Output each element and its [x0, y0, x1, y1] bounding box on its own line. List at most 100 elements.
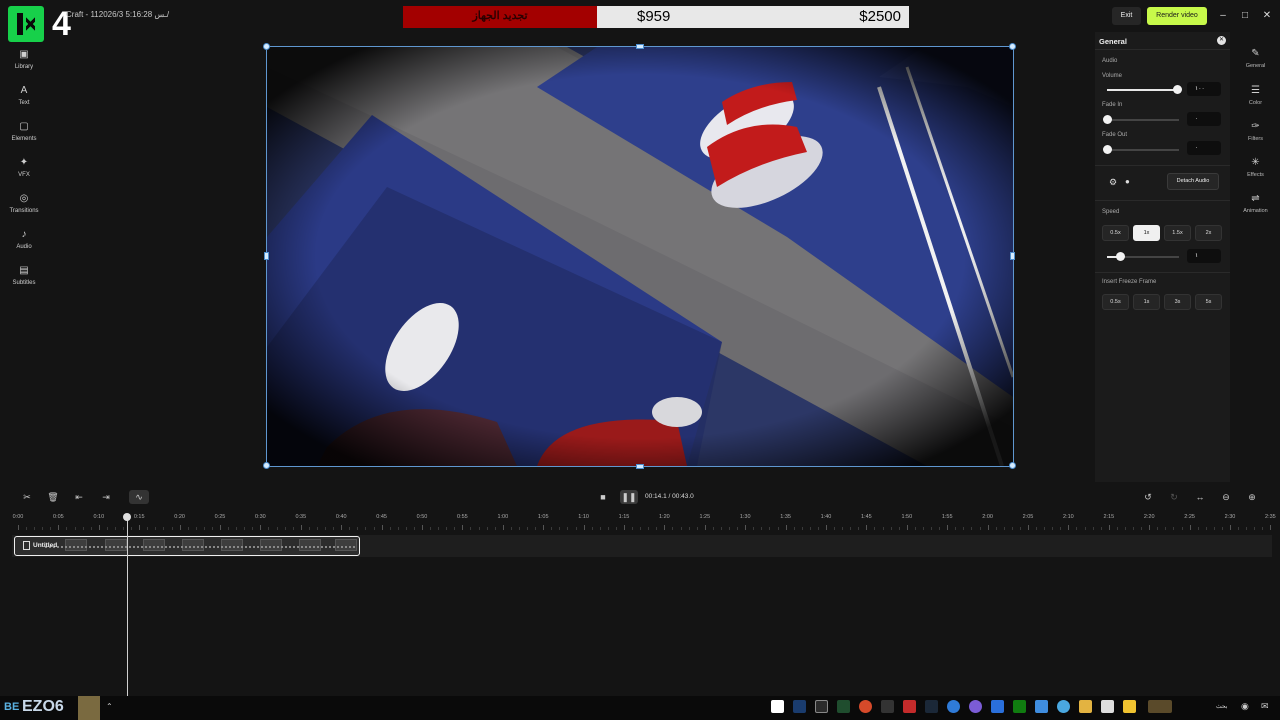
tab-animation[interactable]: ⇌ Animation	[1231, 193, 1280, 225]
sidebar-item-text[interactable]: A Text	[0, 84, 48, 118]
tab-general[interactable]: ✎ General	[1231, 48, 1280, 80]
fade-out-slider[interactable]	[1103, 145, 1179, 154]
speed-0-5x-button[interactable]: 0.5x	[1102, 225, 1129, 241]
tab-color[interactable]: ☰ Color	[1231, 85, 1280, 117]
taskbar-app-icon[interactable]	[925, 700, 938, 713]
sidebar-item-vfx[interactable]: ✦ VFX	[0, 156, 48, 190]
maximize-icon[interactable]: □	[1237, 8, 1253, 24]
audio-wave-icon[interactable]: ∿	[129, 490, 149, 504]
stop-icon[interactable]: ■	[596, 490, 610, 504]
volume-value-field[interactable]: ١٠٠	[1187, 82, 1221, 96]
ruler-minor-tick	[203, 527, 205, 530]
taskbar-app-icon[interactable]	[881, 700, 894, 713]
minimize-icon[interactable]: –	[1215, 8, 1231, 24]
sidebar-item-library[interactable]: ▣ Library	[0, 48, 48, 82]
network-icon[interactable]: ◉	[1241, 701, 1249, 712]
fade-out-value-field[interactable]: ٠	[1187, 141, 1221, 155]
split-scissors-icon[interactable]: ✂	[20, 490, 34, 504]
clip-thumbnail	[182, 539, 204, 551]
volume-slider[interactable]	[1107, 85, 1182, 94]
taskbar-app-icon[interactable]	[837, 700, 850, 713]
taskbar-app-icon[interactable]	[903, 700, 916, 713]
pause-icon[interactable]: ❚❚	[620, 490, 638, 504]
fade-in-value-field[interactable]: ٠	[1187, 112, 1221, 126]
taskbar-app-icon[interactable]	[947, 700, 960, 713]
freeze-5s-button[interactable]: 5s	[1195, 294, 1222, 310]
freeze-3s-button[interactable]: 3s	[1164, 294, 1191, 310]
taskbar-app-icon[interactable]	[1013, 700, 1026, 713]
freeze-1s-button[interactable]: 1s	[1133, 294, 1160, 310]
ruler-minor-tick	[632, 527, 634, 530]
timeline-clip[interactable]: Untitled	[14, 536, 360, 556]
tab-label: Animation	[1243, 208, 1268, 214]
zoom-in-icon[interactable]: ⊕	[1245, 490, 1259, 504]
speed-label: Speed	[1102, 209, 1120, 215]
taskbar-app-icon[interactable]	[771, 700, 784, 713]
delete-icon[interactable]: 🗑	[46, 490, 60, 504]
taskbar-app-icon[interactable]	[859, 700, 872, 713]
panel-close-icon[interactable]: ✕	[1217, 36, 1226, 45]
taskbar-app-icon[interactable]	[1079, 700, 1092, 713]
taskbar-app-icon[interactable]	[1035, 700, 1048, 713]
resize-handle-left[interactable]	[264, 252, 269, 260]
redo-icon[interactable]: ↻	[1167, 490, 1181, 504]
fade-in-slider[interactable]	[1103, 115, 1179, 124]
gamepad-icon[interactable]: ⚙	[1109, 177, 1117, 188]
render-video-button[interactable]: Render video	[1147, 7, 1207, 25]
exit-button[interactable]: Exit	[1112, 7, 1141, 25]
taskbar-app-icon[interactable]	[815, 700, 828, 713]
sidebar-item-audio[interactable]: ♪ Audio	[0, 228, 48, 262]
tray-chevron-icon[interactable]: ⌃	[106, 702, 113, 711]
resize-handle-top-left[interactable]	[263, 43, 270, 50]
fade-out-label: Fade Out	[1102, 132, 1128, 138]
ruler-minor-tick	[1246, 527, 1248, 530]
microphone-icon[interactable]: ●	[1125, 177, 1130, 186]
resize-handle-bottom[interactable]	[636, 464, 644, 469]
resize-handle-top-right[interactable]	[1009, 43, 1016, 50]
sidebar-item-elements[interactable]: ▢ Elements	[0, 120, 48, 154]
speed-1-5x-button[interactable]: 1.5x	[1164, 225, 1191, 241]
ruler-minor-tick	[575, 527, 577, 530]
speed-1x-button[interactable]: 1x	[1133, 225, 1160, 241]
fade-in-slider-knob[interactable]	[1103, 115, 1112, 124]
freeze-0-5s-button[interactable]: 0.5s	[1102, 294, 1129, 310]
speed-value-field[interactable]: ١	[1187, 249, 1221, 263]
ruler-minor-tick	[357, 527, 359, 530]
ruler-minor-tick	[1084, 527, 1086, 530]
sidebar-item-subtitles[interactable]: ▤ Subtitles	[0, 264, 48, 298]
ruler-minor-tick	[1003, 527, 1005, 530]
trim-end-icon[interactable]: ⇥	[99, 490, 113, 504]
volume-slider-knob[interactable]	[1173, 85, 1182, 94]
notification-icon[interactable]: ✉	[1261, 701, 1269, 712]
speed-2x-button[interactable]: 2x	[1195, 225, 1222, 241]
taskbar-app-icon[interactable]	[1148, 700, 1172, 713]
taskbar-app-icon[interactable]	[969, 700, 982, 713]
ruler-minor-tick	[1060, 527, 1062, 530]
close-icon[interactable]: ✕	[1259, 8, 1275, 24]
undo-icon[interactable]: ↺	[1141, 490, 1155, 504]
taskbar-app-icon[interactable]	[991, 700, 1004, 713]
playhead-handle[interactable]	[123, 513, 131, 521]
resize-handle-top[interactable]	[636, 44, 644, 49]
speed-slider-knob[interactable]	[1116, 252, 1125, 261]
resize-handle-bottom-left[interactable]	[263, 462, 270, 469]
taskbar-app-icon[interactable]	[1123, 700, 1136, 713]
taskbar-app-icon[interactable]	[793, 700, 806, 713]
sidebar-item-transitions[interactable]: ◎ Transitions	[0, 192, 48, 226]
resize-handle-bottom-right[interactable]	[1009, 462, 1016, 469]
taskbar-app-icon[interactable]	[1101, 700, 1114, 713]
fade-out-slider-knob[interactable]	[1103, 145, 1112, 154]
playhead[interactable]	[127, 514, 128, 696]
left-sidebar: ▣ Library A Text ▢ Elements ✦ VFX ◎ Tran…	[0, 40, 48, 480]
trim-start-icon[interactable]: ⇤	[72, 490, 86, 504]
tab-effects[interactable]: ✳ Effects	[1231, 157, 1280, 189]
video-preview[interactable]	[267, 47, 1013, 466]
timeline-ruler[interactable]: 0:00 0:05 0:10 0:15 0:20 0:25 0:30 0:35 0:40 0:45…	[0, 512, 1280, 532]
zoom-out-icon[interactable]: ⊖	[1219, 490, 1233, 504]
fit-timeline-icon[interactable]: ↔	[1193, 490, 1207, 504]
speed-slider[interactable]	[1107, 252, 1179, 261]
tab-filters[interactable]: ✑ Filters	[1231, 121, 1280, 153]
resize-handle-right[interactable]	[1010, 252, 1015, 260]
detach-audio-button[interactable]: Detach Audio	[1167, 173, 1219, 190]
taskbar-app-icon[interactable]	[1057, 700, 1070, 713]
